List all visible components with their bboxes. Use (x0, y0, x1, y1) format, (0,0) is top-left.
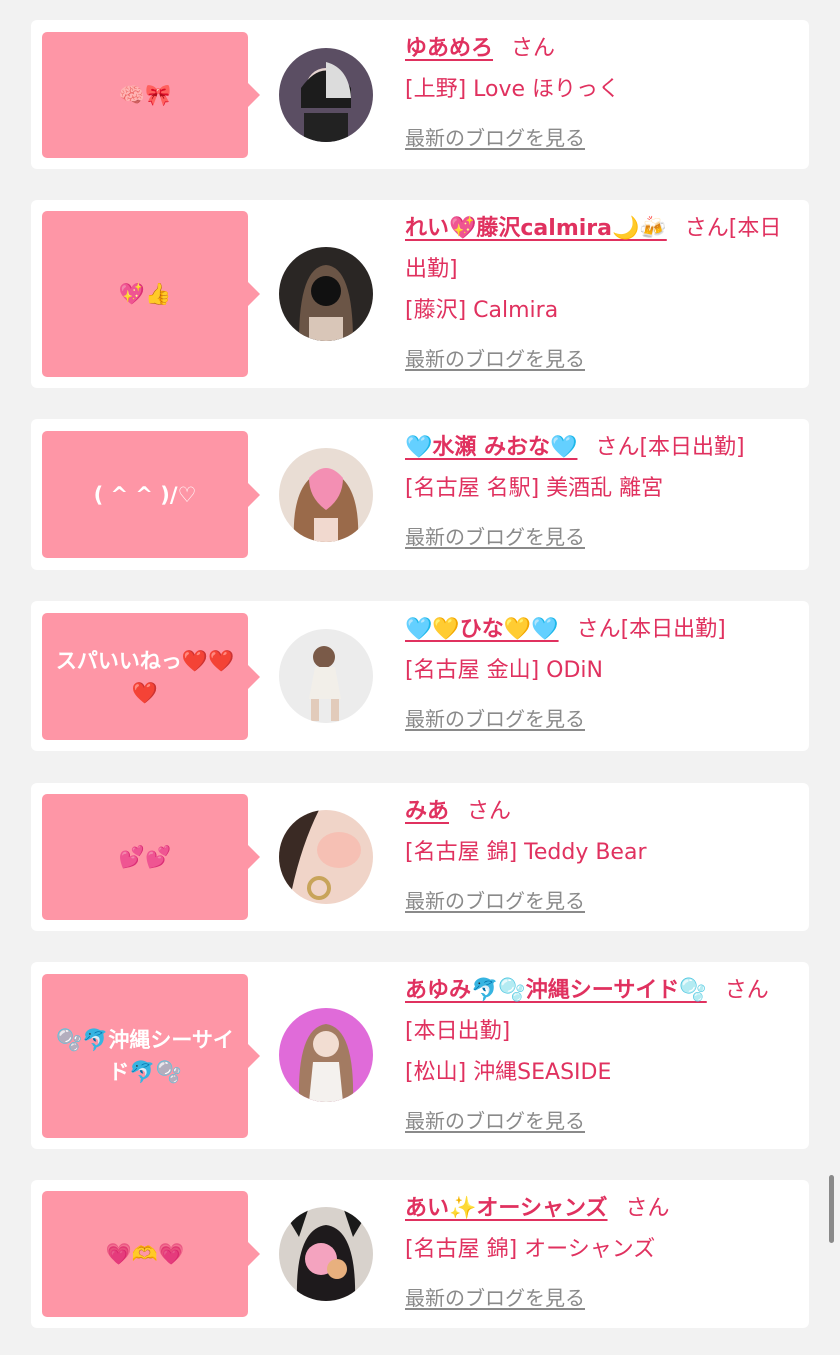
latest-blog-link[interactable]: 最新のブログを見る (405, 881, 585, 922)
comment-text: 💗🫶💗 (105, 1242, 185, 1266)
girl-name-link[interactable]: みあ (405, 799, 449, 824)
entry-info: みあ さん [名古屋 錦] Teddy Bear 最新のブログを見る (405, 791, 799, 922)
comment-bubble: 💕💕 (42, 794, 260, 920)
list-item: ( ^ ^ )/♡ 🩵水瀬 みおな🩵 さん[本日出勤] [名古屋 名駅] 美酒乱 … (31, 419, 809, 570)
shop-label: [松山] 沖縄SEASIDE (405, 1060, 612, 1085)
avatar[interactable] (279, 1207, 373, 1301)
avatar[interactable] (279, 629, 373, 723)
shop-label: [上野] Love ほりっく (405, 77, 621, 102)
girl-name-link[interactable]: あい✨オーシャンズ (405, 1196, 608, 1221)
name-suffix: さん[本日出勤] (595, 435, 745, 460)
entry-info: あい✨オーシャンズ さん [名古屋 錦] オーシャンズ 最新のブログを見る (405, 1188, 799, 1319)
latest-blog-link[interactable]: 最新のブログを見る (405, 517, 585, 558)
list-item: 💗🫶💗 あい✨オーシャンズ さん [名古屋 錦] オーシャンズ 最新のブログを見る (31, 1180, 809, 1328)
comment-bubble: 🫧🐬沖縄シーサイド🐬🫧 (42, 974, 260, 1138)
shop-label: [名古屋 錦] Teddy Bear (405, 840, 647, 865)
comment-bubble: ( ^ ^ )/♡ (42, 431, 260, 558)
name-suffix: さん (467, 799, 512, 824)
name-suffix: さん (625, 1196, 670, 1221)
comment-text: 🧠🎀 (118, 83, 172, 107)
girl-name-link[interactable]: ゆあめろ (405, 36, 493, 61)
comment-text: 🫧🐬沖縄シーサイド🐬🫧 (56, 1028, 234, 1084)
comment-text: 💖👍 (118, 282, 172, 306)
list-item: スパいいねっ❤️❤️❤️ 🩵💛ひな💛🩵 さん[本日出勤] [名古屋 金山] ODi… (31, 601, 809, 751)
entry-info: あゆみ🐬🫧沖縄シーサイド🫧 さん[本日出勤] [松山] 沖縄SEASIDE 最新の… (405, 970, 799, 1142)
girl-name-link[interactable]: れい💖藤沢calmira🌙🍻 (405, 216, 667, 241)
entry-info: ゆあめろ さん [上野] Love ほりっく 最新のブログを見る (405, 28, 799, 159)
list-item: 💖👍 れい💖藤沢calmira🌙🍻 さん[本日出勤] [藤沢] Calmira 最… (31, 200, 809, 388)
scrollbar[interactable] (829, 1175, 834, 1243)
shop-label: [名古屋 錦] オーシャンズ (405, 1237, 656, 1262)
shop-label: [名古屋 金山] ODiN (405, 658, 603, 683)
comment-text: ( ^ ^ )/♡ (93, 482, 197, 507)
shop-label: [名古屋 名駅] 美酒乱 離宮 (405, 476, 664, 501)
avatar[interactable] (279, 448, 373, 542)
latest-blog-link[interactable]: 最新のブログを見る (405, 1101, 585, 1142)
avatar[interactable] (279, 48, 373, 142)
entry-info: れい💖藤沢calmira🌙🍻 さん[本日出勤] [藤沢] Calmira 最新のブ… (405, 208, 799, 380)
comment-text: 💕💕 (118, 845, 172, 869)
girl-name-link[interactable]: あゆみ🐬🫧沖縄シーサイド🫧 (405, 978, 707, 1003)
latest-blog-link[interactable]: 最新のブログを見る (405, 118, 585, 159)
comment-bubble: 💖👍 (42, 211, 260, 377)
shop-label: [藤沢] Calmira (405, 298, 559, 323)
comment-text: スパいいねっ❤️❤️❤️ (55, 648, 235, 705)
comment-bubble: 🧠🎀 (42, 32, 260, 158)
entry-info: 🩵💛ひな💛🩵 さん[本日出勤] [名古屋 金山] ODiN 最新のブログを見る (405, 609, 799, 740)
latest-blog-link[interactable]: 最新のブログを見る (405, 1278, 585, 1319)
latest-blog-link[interactable]: 最新のブログを見る (405, 339, 585, 380)
comment-bubble: 💗🫶💗 (42, 1191, 260, 1317)
girl-name-link[interactable]: 🩵💛ひな💛🩵 (405, 617, 559, 642)
comment-bubble: スパいいねっ❤️❤️❤️ (42, 613, 260, 740)
avatar[interactable] (279, 810, 373, 904)
avatar[interactable] (279, 1008, 373, 1102)
girl-name-link[interactable]: 🩵水瀬 みおな🩵 (405, 435, 577, 460)
list-item: 💕💕 みあ さん [名古屋 錦] Teddy Bear 最新のブログを見る (31, 783, 809, 931)
entry-info: 🩵水瀬 みおな🩵 さん[本日出勤] [名古屋 名駅] 美酒乱 離宮 最新のブログを… (405, 427, 799, 558)
list-item: 🫧🐬沖縄シーサイド🐬🫧 あゆみ🐬🫧沖縄シーサイド🫧 さん[本日出勤] [松山] 沖… (31, 962, 809, 1149)
name-suffix: さん (511, 36, 556, 61)
avatar[interactable] (279, 247, 373, 341)
name-suffix: さん[本日出勤] (576, 617, 726, 642)
latest-blog-link[interactable]: 最新のブログを見る (405, 699, 585, 740)
list-item: 🧠🎀 ゆあめろ さん [上野] Love ほりっく 最新のブログを見る (31, 20, 809, 169)
